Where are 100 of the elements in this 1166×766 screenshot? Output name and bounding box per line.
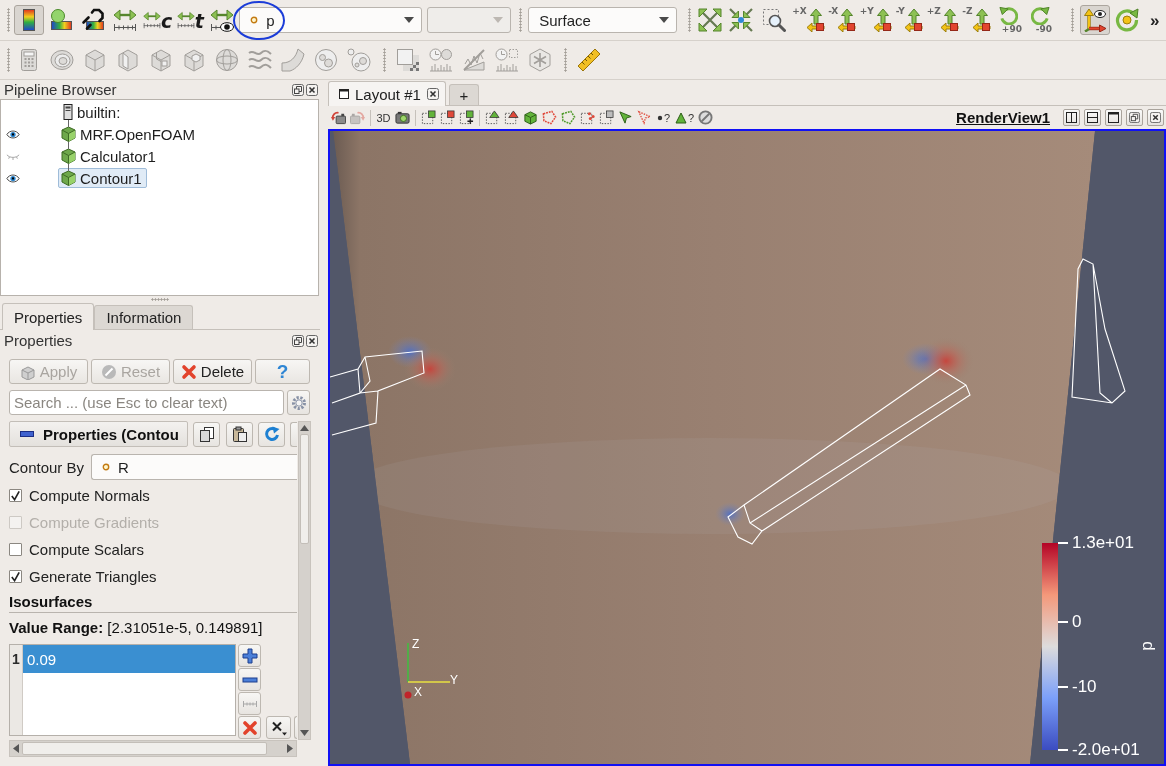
vertical-scrollbar[interactable]: [298, 421, 311, 740]
slashed-circle-icon: [100, 363, 117, 380]
copy-button[interactable]: [193, 421, 220, 447]
view-title: RenderView1: [956, 109, 1050, 126]
x-caret-icon: [270, 719, 287, 736]
toolbar-grip[interactable]: [1070, 8, 1074, 32]
tick-mark: [1058, 542, 1068, 544]
options-button[interactable]: [266, 716, 291, 739]
window-icon: [339, 89, 349, 99]
array-dropdown[interactable]: p: [239, 7, 423, 33]
axis-label: X: [414, 685, 422, 699]
eye-icon[interactable]: [6, 129, 20, 139]
search-field[interactable]: Search ... (use Esc to clear text): [9, 390, 284, 415]
nested-cube-icon: [181, 48, 206, 72]
float-button[interactable]: [292, 334, 304, 347]
pipeline-item[interactable]: Calculator1: [58, 146, 161, 166]
toolbar-grip[interactable]: [7, 48, 10, 72]
section-title: Isosurfaces: [9, 593, 93, 610]
checkbox[interactable]: [9, 543, 22, 556]
dotted-square-icon: [459, 110, 474, 125]
layout-tab[interactable]: Layout #1: [328, 81, 446, 106]
toolbar-button[interactable]: +Y: [858, 5, 894, 35]
toolbar-grip[interactable]: [564, 48, 567, 72]
toolbar-button[interactable]: -Z: [960, 5, 993, 35]
cube-icon: [61, 148, 76, 164]
toolbar-grip[interactable]: [688, 8, 692, 32]
representation-dropdown[interactable]: Surface: [528, 7, 678, 33]
section-header[interactable]: Properties (Contou: [9, 421, 188, 447]
toolbar-button[interactable]: ?: [654, 107, 673, 128]
toolbar-button[interactable]: 3D: [374, 107, 393, 128]
add-button[interactable]: [238, 644, 261, 667]
toolbar-button[interactable]: +Z: [925, 5, 961, 35]
toolbar-button[interactable]: t: [175, 5, 206, 35]
checkbox[interactable]: [9, 489, 22, 502]
settings-button[interactable]: [287, 390, 310, 415]
toolbar-grip[interactable]: [7, 8, 10, 32]
maximize-button[interactable]: [1105, 109, 1122, 126]
delete-button[interactable]: Delete: [173, 359, 252, 384]
float-button[interactable]: [292, 83, 304, 96]
closed-eye-icon[interactable]: [6, 151, 20, 161]
double-arrow-ruler-icon: [113, 8, 137, 32]
float-button[interactable]: [1126, 109, 1143, 126]
cube-plane-icon: [115, 48, 140, 72]
split-button[interactable]: [1084, 109, 1101, 126]
toolbar-button[interactable]: -Y: [893, 5, 926, 35]
clipped-button[interactable]: [294, 716, 297, 739]
overflow-button[interactable]: »: [1149, 11, 1160, 29]
toolbar-grip[interactable]: [383, 48, 386, 72]
toolbar-button[interactable]: ?: [673, 107, 697, 128]
toolbar-button[interactable]: +X: [791, 5, 827, 35]
new-tab-button[interactable]: +: [449, 84, 479, 105]
right-arrow-icon: [287, 744, 293, 753]
toolbar-button[interactable]: -90: [1024, 5, 1057, 35]
wire-sphere-icon: [214, 48, 239, 72]
toolbar-button[interactable]: -X: [826, 5, 859, 35]
scrollbar-thumb[interactable]: [300, 434, 309, 544]
splitter-handle[interactable]: [151, 297, 169, 301]
dotted-square-icon: [599, 110, 614, 125]
close-button[interactable]: [306, 83, 318, 96]
paste-button[interactable]: [226, 421, 253, 447]
toolbar-grip[interactable]: [519, 8, 523, 32]
clipped-button[interactable]: [290, 421, 297, 447]
split-button[interactable]: [1063, 109, 1080, 126]
cross-icon: [241, 719, 258, 736]
cube-icon: [82, 48, 107, 72]
refresh-button[interactable]: [258, 421, 285, 447]
square-icon: [1108, 112, 1119, 123]
eye-icon[interactable]: [6, 173, 20, 183]
toolbar-button[interactable]: [1079, 5, 1110, 35]
toolbar-button[interactable]: c: [142, 5, 174, 35]
close-button[interactable]: [306, 334, 318, 347]
field-label: Contour By: [9, 458, 86, 476]
axis-arrows-icon: [837, 8, 858, 32]
clipboard-icon: [231, 426, 248, 442]
panel-tab[interactable]: Properties: [2, 303, 95, 330]
axes-eye-icon: [1082, 8, 1107, 32]
caret-icon: [404, 17, 415, 23]
pipeline-item[interactable]: MRF.OpenFOAM: [58, 124, 201, 144]
tick-mark: [1058, 749, 1068, 751]
close-icon[interactable]: [427, 88, 439, 100]
close-button[interactable]: [1147, 109, 1164, 126]
ring-dot-icon: [102, 463, 110, 471]
cube-icon: [61, 126, 76, 142]
inward-arrows-icon: [729, 8, 754, 32]
double-arrow-eye-icon: [210, 8, 235, 32]
legend-label: -10: [1072, 677, 1097, 698]
columns-icon: [1066, 112, 1077, 123]
checkbox[interactable]: [9, 570, 22, 583]
horizontal-scrollbar[interactable]: [9, 740, 297, 757]
scrollbar-thumb[interactable]: [22, 742, 267, 755]
remove-all-button[interactable]: [238, 716, 261, 739]
remove-button[interactable]: [238, 668, 261, 691]
double-arrow-ruler-icon: [143, 11, 161, 29]
contour-by-dropdown[interactable]: R: [91, 454, 297, 480]
hexagon-star-icon: [527, 48, 552, 72]
panel-tab[interactable]: Information: [94, 305, 194, 329]
toolbar-button[interactable]: +90: [992, 5, 1025, 35]
server-item[interactable]: builtin:: [58, 102, 126, 122]
magnifier-box-icon: [762, 8, 787, 32]
render-view[interactable]: Z Y X 1.3e+01 0 -10 -2.0e+01 p: [328, 129, 1166, 766]
